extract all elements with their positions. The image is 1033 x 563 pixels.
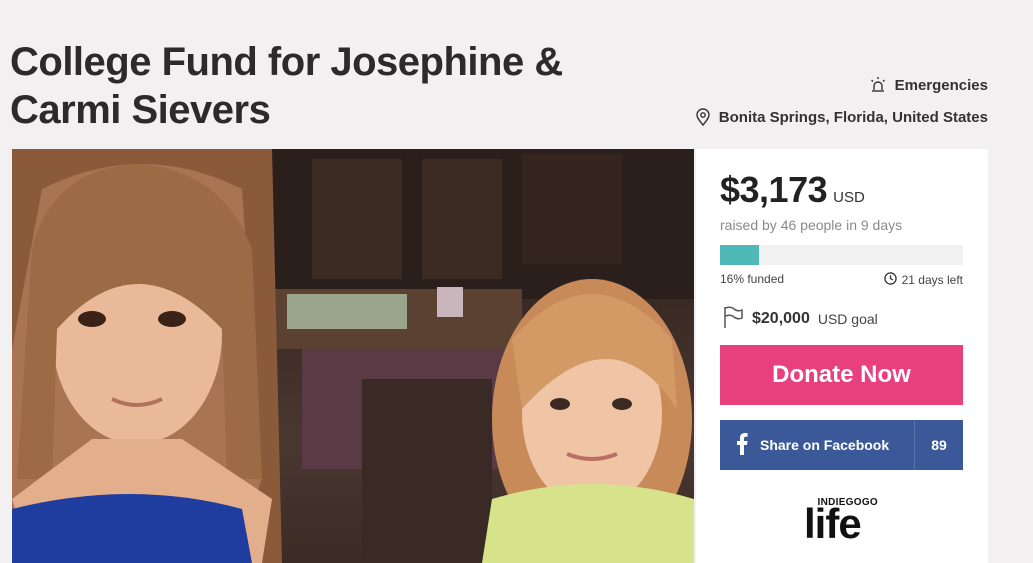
facebook-icon <box>736 432 748 458</box>
location-label: Bonita Springs, Florida, United States <box>718 108 988 126</box>
progress-fill <box>720 245 759 265</box>
amount-raised: $3,173 USD <box>720 169 865 211</box>
goal-suffix: USD goal <box>817 310 878 327</box>
goal: $20,000 USD goal <box>722 305 878 332</box>
donate-button[interactable]: Donate Now <box>720 345 963 405</box>
goal-amount: $20,000 <box>752 309 810 327</box>
category-link[interactable]: Emergencies <box>869 76 988 94</box>
alarm-icon <box>869 76 887 94</box>
clock-icon <box>883 272 897 288</box>
amount-currency: USD <box>833 189 865 206</box>
progress-bar <box>720 245 963 265</box>
days-left-label: 21 days left <box>901 273 963 287</box>
indiegogo-life-logo: INDIEGOGO life <box>804 497 884 547</box>
share-facebook-label: Share on Facebook <box>760 437 890 453</box>
funded-percent: 16% funded <box>720 272 785 286</box>
flag-icon <box>722 305 744 332</box>
campaign-photo <box>12 149 694 563</box>
map-pin-icon <box>695 108 711 126</box>
location-link[interactable]: Bonita Springs, Florida, United States <box>695 108 988 126</box>
amount-value: $3,173 <box>720 169 828 210</box>
campaign-title: College Fund for Josephine & Carmi Sieve… <box>10 40 563 132</box>
raised-summary: raised by 46 people in 9 days <box>720 217 903 233</box>
share-facebook-main: Share on Facebook <box>720 420 914 470</box>
category-label: Emergencies <box>894 76 988 94</box>
share-facebook-button[interactable]: Share on Facebook 89 <box>720 420 963 470</box>
share-count: 89 <box>914 420 963 470</box>
logo-big-text: life <box>804 500 862 547</box>
days-left: 21 days left <box>883 272 963 288</box>
funding-panel: $3,173 USD raised by 46 people in 9 days… <box>696 149 988 563</box>
